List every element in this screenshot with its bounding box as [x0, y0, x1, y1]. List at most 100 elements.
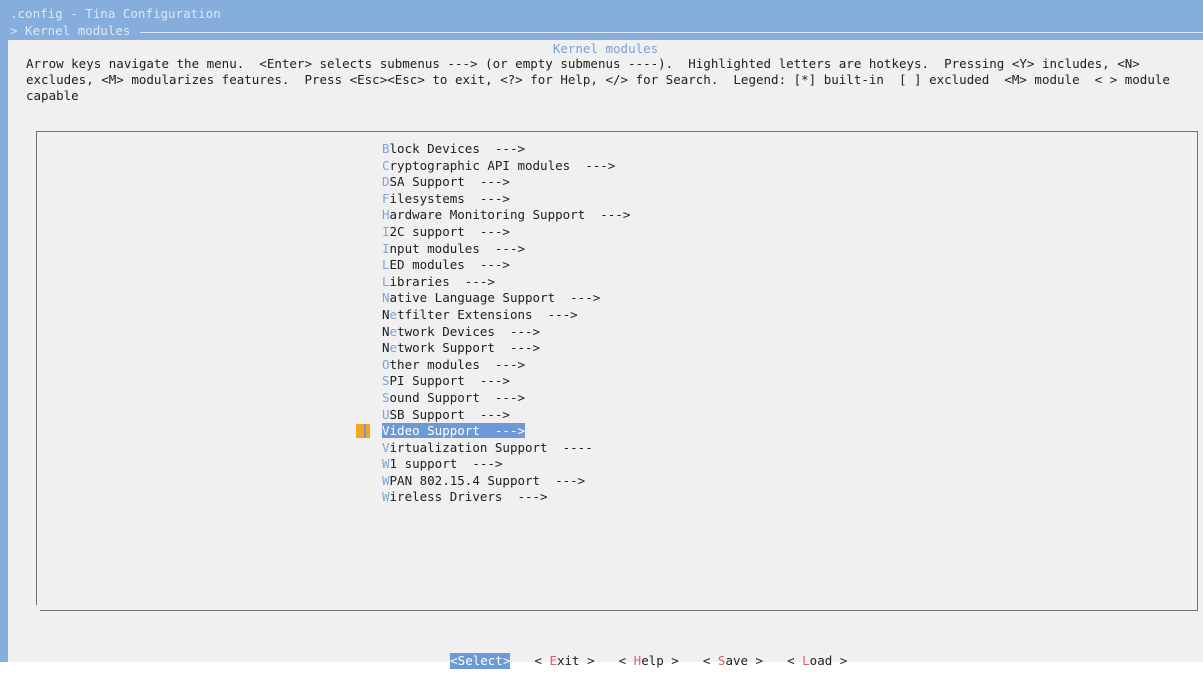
help-button[interactable]: < Help > [619, 653, 679, 669]
menu-item-label: Filesystems ---> [382, 191, 510, 206]
breadcrumb: > Kernel modules [10, 23, 131, 38]
menu-item-hotkey: U [382, 406, 390, 422]
menu-item-rest: ideo Support ---> [389, 423, 525, 439]
exit-button-hotkey: E [549, 653, 557, 668]
help-button-prefix: < [618, 653, 634, 668]
menu-item[interactable]: Other modules ---> [382, 357, 630, 374]
menu-item-hotkey: e [389, 323, 398, 339]
menu-item-rest: ireless Drivers ---> [389, 489, 548, 505]
breadcrumb-rule [140, 32, 1203, 33]
menu-item[interactable]: LED modules ---> [382, 257, 630, 274]
menu-item-label: SPI Support ---> [382, 373, 510, 388]
menu-item[interactable]: Video Support ---> [356, 423, 630, 440]
menu-item-label: USB Support ---> [382, 407, 510, 422]
dialog-title: Kernel modules [552, 41, 659, 56]
menu-item-hotkey: W [382, 489, 390, 505]
button-bar: <Select> < Exit > < Help > < Save > < Load > [405, 637, 871, 685]
menu-item-label: I2C support ---> [382, 224, 510, 239]
menu-item[interactable]: Block Devices ---> [382, 141, 630, 158]
menu-item[interactable]: USB Support ---> [382, 407, 630, 424]
menu-item-hotkey: C [382, 157, 390, 173]
menu-item-rest: ardware Monitoring Support ---> [389, 207, 631, 223]
kernel-modules-dialog: Kernel modules Arrow keys navigate the m… [8, 40, 1203, 669]
menu-item-hotkey: V [382, 439, 390, 455]
menu-item-label: Virtualization Support ---- [382, 440, 593, 455]
menu-item[interactable]: WPAN 802.15.4 Support ---> [382, 473, 630, 490]
menu-item-rest: SA Support ---> [389, 174, 510, 190]
menu-item-rest: tfilter Extensions ---> [397, 306, 578, 322]
menu-item-hotkey: L [382, 257, 390, 273]
menu-item-rest: ibraries ---> [389, 273, 495, 289]
menu-item-label: Wireless Drivers ---> [382, 489, 548, 504]
load-button[interactable]: < Load > [787, 653, 847, 669]
menu-item-label: Input modules ---> [382, 241, 525, 256]
menu-item-prefix: N [382, 306, 390, 322]
menu-item-hotkey: O [382, 356, 390, 372]
menu-item-rest: 1 support ---> [389, 456, 503, 472]
menu-item-hotkey: H [382, 207, 390, 223]
save-button-prefix: < [702, 653, 718, 668]
menu-item-rest: PI Support ---> [389, 373, 510, 389]
exit-button[interactable]: < Exit > [534, 653, 594, 669]
menu-item-rest: ther modules ---> [389, 356, 525, 372]
menu-item-rest: nput modules ---> [389, 240, 525, 256]
window-title: .config - Tina Configuration [10, 6, 221, 21]
save-button-rest: ave > [725, 653, 764, 668]
menu-item-rest: ilesystems ---> [389, 190, 510, 206]
menu-item[interactable]: Network Devices ---> [382, 324, 630, 341]
menu-item-rest: 2C support ---> [389, 223, 510, 239]
menu-item[interactable]: SPI Support ---> [382, 373, 630, 390]
menu-item-hotkey: F [382, 190, 390, 206]
menu-item-hotkey: S [382, 373, 390, 389]
exit-button-prefix: < [534, 653, 550, 668]
save-button[interactable]: < Save > [703, 653, 763, 669]
menu-item-hotkey: L [382, 273, 390, 289]
menu-item-label: Libraries ---> [382, 274, 495, 289]
menu-item-label: LED modules ---> [382, 257, 510, 272]
menu-item[interactable]: Sound Support ---> [382, 390, 630, 407]
menu-item-rest: PAN 802.15.4 Support ---> [389, 472, 586, 488]
menu-item[interactable]: Native Language Support ---> [382, 290, 630, 307]
menu-item-hotkey: N [382, 290, 390, 306]
load-button-hotkey: L [802, 653, 810, 668]
menu-item-label: Sound Support ---> [382, 390, 525, 405]
menu-item[interactable]: Wireless Drivers ---> [382, 489, 630, 506]
select-button[interactable]: <Select> [450, 653, 511, 669]
menu-item-hotkey: W [382, 456, 390, 472]
menu-item-hotkey: D [382, 174, 390, 190]
menu-item-label: Network Support ---> [382, 340, 540, 355]
menu-item-label: Hardware Monitoring Support ---> [382, 207, 630, 222]
menu-item[interactable]: W1 support ---> [382, 456, 630, 473]
menu-box-corner-gap [36, 605, 40, 611]
menu-item-prefix: N [382, 340, 390, 356]
menu-item-label: Network Devices ---> [382, 324, 540, 339]
menu-item[interactable]: Filesystems ---> [382, 191, 630, 208]
menu-item[interactable]: Network Support ---> [382, 340, 630, 357]
menu-item-rest: ryptographic API modules ---> [389, 157, 616, 173]
menu-item-label: W1 support ---> [382, 456, 502, 471]
menu-item[interactable]: Hardware Monitoring Support ---> [382, 207, 630, 224]
menu-item[interactable]: Netfilter Extensions ---> [382, 307, 630, 324]
menu-item-label: Other modules ---> [382, 357, 525, 372]
menu-list: Block Devices ---> Cryptographic API modu… [356, 141, 630, 506]
menu-item-hotkey: e [389, 340, 398, 356]
menu-item[interactable]: Virtualization Support ---- [382, 440, 630, 457]
menu-item-rest: lock Devices ---> [389, 141, 525, 156]
menu-item-prefix: N [382, 323, 390, 339]
menu-item[interactable]: Libraries ---> [382, 274, 630, 291]
help-text: Arrow keys navigate the menu. <Enter> se… [26, 56, 1178, 103]
menu-item-hotkey: I [382, 223, 390, 239]
menu-item-label: Netfilter Extensions ---> [382, 307, 578, 322]
load-button-prefix: < [787, 653, 803, 668]
load-button-rest: oad > [809, 653, 848, 668]
menu-item-rest: ative Language Support ---> [389, 290, 601, 306]
help-button-rest: elp > [641, 653, 679, 668]
menu-item-rest: ound Support ---> [389, 389, 525, 405]
menu-item[interactable]: Cryptographic API modules ---> [382, 158, 630, 175]
menu-item[interactable]: I2C support ---> [382, 224, 630, 241]
menu-item-hotkey: I [382, 240, 390, 256]
menu-item[interactable]: DSA Support ---> [382, 174, 630, 191]
exit-button-rest: xit > [556, 653, 595, 668]
menu-item[interactable]: Input modules ---> [382, 241, 630, 258]
menu-item-label: Native Language Support ---> [382, 290, 600, 305]
